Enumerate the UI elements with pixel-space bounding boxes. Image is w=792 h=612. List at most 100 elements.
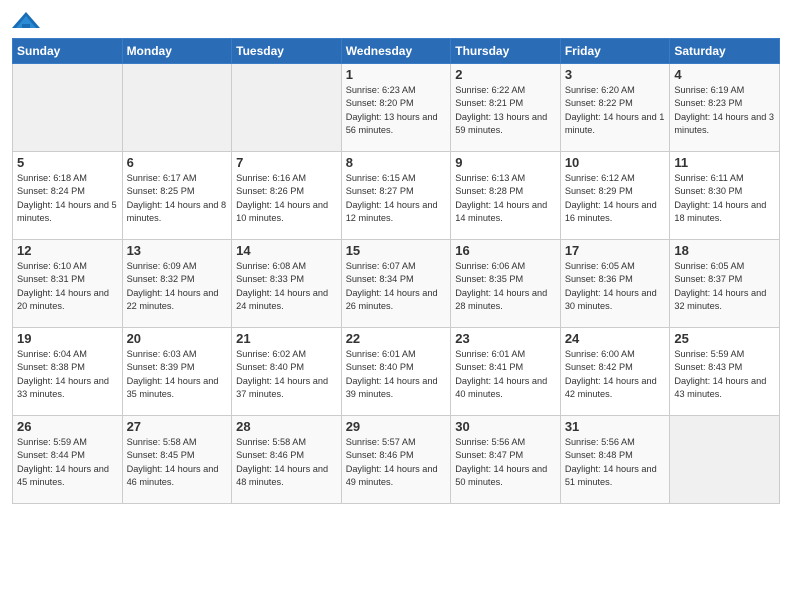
calendar-cell: 16Sunrise: 6:06 AMSunset: 8:35 PMDayligh… [451,240,561,328]
day-number: 1 [346,67,447,82]
calendar-cell: 19Sunrise: 6:04 AMSunset: 8:38 PMDayligh… [13,328,123,416]
calendar-cell: 29 Sunrise: 5:57 AMSunset: 8:46 PMDayligh… [341,416,451,504]
calendar-cell: 18 Sunrise: 6:05 AMSunset: 8:37 PMDayligh… [670,240,780,328]
calendar-cell [670,416,780,504]
calendar-cell: 3Sunrise: 6:20 AMSunset: 8:22 PMDaylight… [560,64,670,152]
day-number: 6 [127,155,228,170]
cell-info: Sunrise: 6:05 AMSunset: 8:36 PMDaylight:… [565,260,666,313]
cell-info: Sunrise: 5:57 AMSunset: 8:46 PMDaylight:… [346,436,447,489]
day-number: 14 [236,243,337,258]
cell-info: Sunrise: 6:22 AMSunset: 8:21 PMDaylight:… [455,84,556,137]
day-number: 26 [17,419,118,434]
cell-info: Sunrise: 6:08 AMSunset: 8:33 PMDaylight:… [236,260,337,313]
day-number: 19 [17,331,118,346]
day-number: 31 [565,419,666,434]
day-number: 21 [236,331,337,346]
calendar-cell: 28 Sunrise: 5:58 AMSunset: 8:46 PMDayligh… [232,416,342,504]
calendar-cell [232,64,342,152]
logo-icon [12,10,40,32]
day-number: 24 [565,331,666,346]
day-number: 5 [17,155,118,170]
cell-info: Sunrise: 5:59 AMSunset: 8:43 PMDaylight:… [674,348,775,401]
cell-info: Sunrise: 6:23 AMSunset: 8:20 PMDaylight:… [346,84,447,137]
calendar-cell: 15Sunrise: 6:07 AMSunset: 8:34 PMDayligh… [341,240,451,328]
day-header: Wednesday [341,39,451,64]
cell-info: Sunrise: 6:12 AMSunset: 8:29 PMDaylight:… [565,172,666,225]
calendar-week-row: 5 Sunrise: 6:18 AMSunset: 8:24 PMDaylight… [13,152,780,240]
day-number: 7 [236,155,337,170]
cell-info: Sunrise: 5:56 AMSunset: 8:47 PMDaylight:… [455,436,556,489]
calendar-cell: 27Sunrise: 5:58 AMSunset: 8:45 PMDayligh… [122,416,232,504]
calendar-cell: 12 Sunrise: 6:10 AMSunset: 8:31 PMDayligh… [13,240,123,328]
cell-info: Sunrise: 6:13 AMSunset: 8:28 PMDaylight:… [455,172,556,225]
day-number: 10 [565,155,666,170]
day-number: 20 [127,331,228,346]
day-number: 30 [455,419,556,434]
day-number: 11 [674,155,775,170]
header [12,10,780,32]
cell-info: Sunrise: 6:01 AMSunset: 8:41 PMDaylight:… [455,348,556,401]
calendar-cell: 22Sunrise: 6:01 AMSunset: 8:40 PMDayligh… [341,328,451,416]
calendar-cell: 9Sunrise: 6:13 AMSunset: 8:28 PMDaylight… [451,152,561,240]
day-number: 17 [565,243,666,258]
calendar-cell: 24 Sunrise: 6:00 AMSunset: 8:42 PMDayligh… [560,328,670,416]
cell-info: Sunrise: 6:18 AMSunset: 8:24 PMDaylight:… [17,172,118,225]
day-header: Thursday [451,39,561,64]
calendar-cell: 31Sunrise: 5:56 AMSunset: 8:48 PMDayligh… [560,416,670,504]
day-number: 18 [674,243,775,258]
cell-info: Sunrise: 5:58 AMSunset: 8:46 PMDaylight:… [236,436,337,489]
calendar-cell: 30 Sunrise: 5:56 AMSunset: 8:47 PMDayligh… [451,416,561,504]
cell-info: Sunrise: 6:10 AMSunset: 8:31 PMDaylight:… [17,260,118,313]
day-number: 4 [674,67,775,82]
day-number: 29 [346,419,447,434]
cell-info: Sunrise: 6:06 AMSunset: 8:35 PMDaylight:… [455,260,556,313]
calendar-cell: 14 Sunrise: 6:08 AMSunset: 8:33 PMDayligh… [232,240,342,328]
cell-info: Sunrise: 5:59 AMSunset: 8:44 PMDaylight:… [17,436,118,489]
cell-info: Sunrise: 6:00 AMSunset: 8:42 PMDaylight:… [565,348,666,401]
calendar-cell: 4Sunrise: 6:19 AMSunset: 8:23 PMDaylight… [670,64,780,152]
calendar-cell [122,64,232,152]
calendar-cell: 1 Sunrise: 6:23 AMSunset: 8:20 PMDaylight… [341,64,451,152]
cell-info: Sunrise: 6:07 AMSunset: 8:34 PMDaylight:… [346,260,447,313]
cell-info: Sunrise: 6:02 AMSunset: 8:40 PMDaylight:… [236,348,337,401]
calendar-cell: 2 Sunrise: 6:22 AMSunset: 8:21 PMDaylight… [451,64,561,152]
cell-info: Sunrise: 6:15 AMSunset: 8:27 PMDaylight:… [346,172,447,225]
header-row: SundayMondayTuesdayWednesdayThursdayFrid… [13,39,780,64]
day-number: 13 [127,243,228,258]
day-number: 23 [455,331,556,346]
day-header: Tuesday [232,39,342,64]
calendar-cell: 13 Sunrise: 6:09 AMSunset: 8:32 PMDayligh… [122,240,232,328]
day-header: Monday [122,39,232,64]
calendar-week-row: 1 Sunrise: 6:23 AMSunset: 8:20 PMDaylight… [13,64,780,152]
calendar-cell: 8 Sunrise: 6:15 AMSunset: 8:27 PMDaylight… [341,152,451,240]
calendar-cell: 6 Sunrise: 6:17 AMSunset: 8:25 PMDaylight… [122,152,232,240]
day-number: 28 [236,419,337,434]
cell-info: Sunrise: 6:05 AMSunset: 8:37 PMDaylight:… [674,260,775,313]
calendar-week-row: 26 Sunrise: 5:59 AMSunset: 8:44 PMDayligh… [13,416,780,504]
calendar-cell: 7 Sunrise: 6:16 AMSunset: 8:26 PMDaylight… [232,152,342,240]
day-number: 2 [455,67,556,82]
calendar-cell: 17 Sunrise: 6:05 AMSunset: 8:36 PMDayligh… [560,240,670,328]
cell-info: Sunrise: 6:03 AMSunset: 8:39 PMDaylight:… [127,348,228,401]
cell-info: Sunrise: 6:20 AMSunset: 8:22 PMDaylight:… [565,84,666,137]
day-number: 22 [346,331,447,346]
cell-info: Sunrise: 6:17 AMSunset: 8:25 PMDaylight:… [127,172,228,225]
calendar-cell [13,64,123,152]
day-number: 25 [674,331,775,346]
calendar-cell: 5 Sunrise: 6:18 AMSunset: 8:24 PMDaylight… [13,152,123,240]
day-number: 12 [17,243,118,258]
calendar-cell: 11 Sunrise: 6:11 AMSunset: 8:30 PMDayligh… [670,152,780,240]
cell-info: Sunrise: 6:16 AMSunset: 8:26 PMDaylight:… [236,172,337,225]
calendar-cell: 10 Sunrise: 6:12 AMSunset: 8:29 PMDayligh… [560,152,670,240]
cell-info: Sunrise: 6:09 AMSunset: 8:32 PMDaylight:… [127,260,228,313]
logo [12,10,44,32]
calendar-cell: 20 Sunrise: 6:03 AMSunset: 8:39 PMDayligh… [122,328,232,416]
calendar-cell: 21 Sunrise: 6:02 AMSunset: 8:40 PMDayligh… [232,328,342,416]
cell-info: Sunrise: 6:11 AMSunset: 8:30 PMDaylight:… [674,172,775,225]
calendar-table: SundayMondayTuesdayWednesdayThursdayFrid… [12,38,780,504]
calendar-week-row: 12 Sunrise: 6:10 AMSunset: 8:31 PMDayligh… [13,240,780,328]
day-number: 8 [346,155,447,170]
cell-info: Sunrise: 5:58 AMSunset: 8:45 PMDaylight:… [127,436,228,489]
calendar-cell: 25 Sunrise: 5:59 AMSunset: 8:43 PMDayligh… [670,328,780,416]
calendar-cell: 26 Sunrise: 5:59 AMSunset: 8:44 PMDayligh… [13,416,123,504]
